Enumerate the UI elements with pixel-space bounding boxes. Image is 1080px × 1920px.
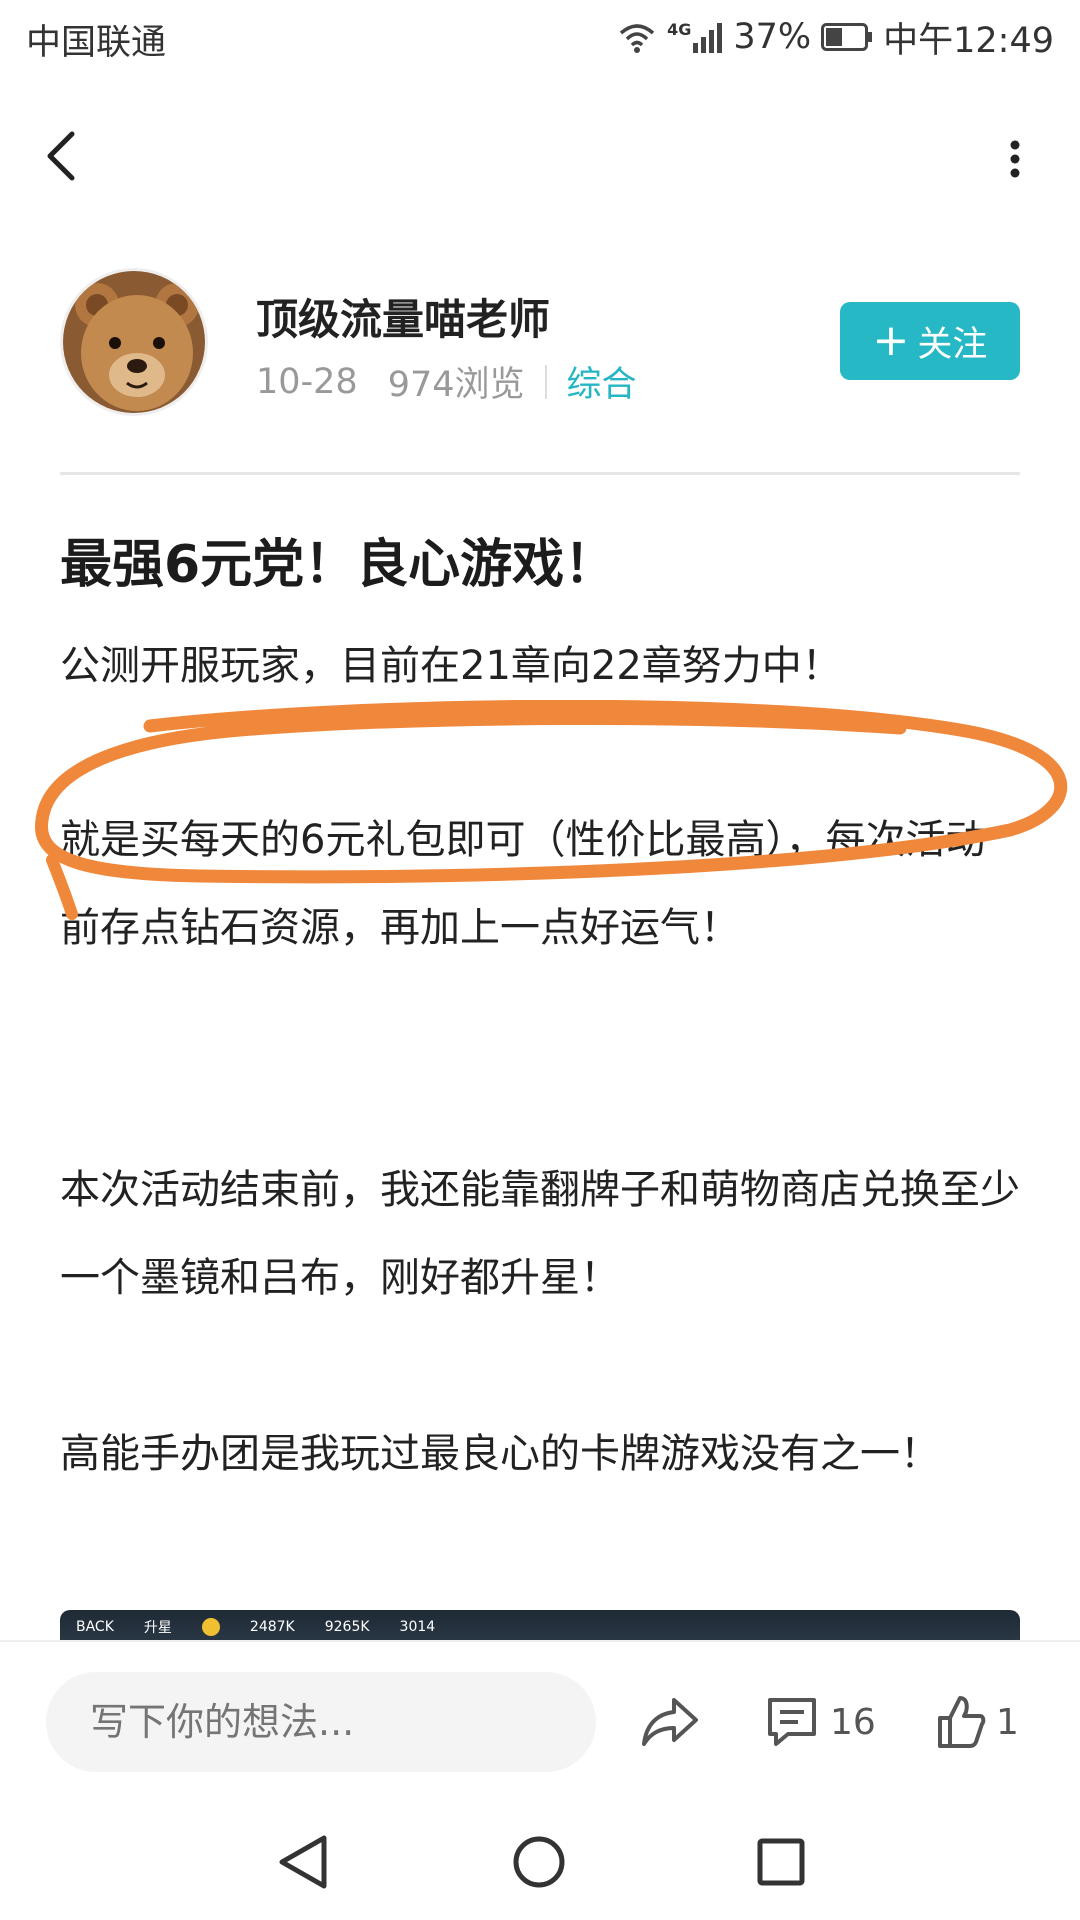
carrier-label: 中国联通 xyxy=(26,23,167,63)
game-stat: 9265K xyxy=(324,1619,370,1635)
status-bar: 中国联通 4G 37% 中午12:49 xyxy=(0,0,1080,76)
game-stat: 2487K xyxy=(249,1619,295,1635)
divider xyxy=(60,472,1020,475)
bottom-action-bar: 16 1 xyxy=(0,1640,1080,1800)
clock: 中午12:49 xyxy=(883,20,1054,61)
comment-input[interactable] xyxy=(46,1672,596,1772)
network-type: 4G xyxy=(667,19,692,39)
article-paragraph: 本次活动结束前，我还能靠翻牌子和萌物商店兑换至少一个墨镜和吕布，刚好都升星！ xyxy=(60,1167,1020,1301)
screen: 中国联通 4G 37% 中午12:49 顶级流量喵老师 10-28 974浏览 … xyxy=(0,0,1080,1920)
category-tag[interactable]: 综合 xyxy=(567,356,637,407)
share-button[interactable] xyxy=(640,1682,700,1762)
circle-home-icon xyxy=(513,1836,565,1888)
article-title: 最强6元党！良心游戏！ xyxy=(60,535,617,595)
post-date: 10-28 xyxy=(256,361,358,402)
article-paragraph: 高能手办团是我玩过最良心的卡牌游戏没有之一！ xyxy=(60,1431,940,1477)
chevron-left-icon xyxy=(47,131,75,181)
more-vertical-icon xyxy=(1010,140,1020,178)
square-recents-icon xyxy=(757,1838,805,1886)
like-count: 1 xyxy=(996,1701,1019,1743)
meta-divider xyxy=(544,364,547,399)
teddy-bear-avatar-icon xyxy=(63,271,205,413)
author-avatar[interactable] xyxy=(60,268,208,416)
triangle-back-icon xyxy=(279,1835,327,1889)
author-name[interactable]: 顶级流量喵老师 xyxy=(256,286,550,347)
game-stat: 3014 xyxy=(399,1619,436,1635)
view-count: 974浏览 xyxy=(387,365,525,405)
more-options-button[interactable] xyxy=(1000,124,1030,194)
comment-count: 16 xyxy=(830,1701,876,1743)
signal-icon xyxy=(693,21,723,53)
post-meta: 10-28 974浏览 综合 xyxy=(256,356,637,407)
wifi-icon xyxy=(617,21,657,53)
game-back-label: BACK xyxy=(76,1619,114,1635)
follow-label: 关注 xyxy=(917,324,988,365)
follow-button[interactable]: + 关注 xyxy=(840,302,1020,380)
plus-icon: + xyxy=(872,315,910,366)
article-paragraph: 就是买每天的6元礼包即可（性价比最高），每次活动前存点钻石资源，再加上一点好运气… xyxy=(60,817,986,951)
battery-icon xyxy=(821,23,873,51)
like-button[interactable]: 1 xyxy=(936,1682,1019,1762)
share-icon xyxy=(642,1698,698,1746)
comment-button[interactable]: 16 xyxy=(764,1682,876,1762)
nav-home-button[interactable] xyxy=(504,1830,574,1894)
thumbs-up-icon xyxy=(938,1696,986,1748)
game-screenshot-image[interactable]: BACK 升星 2487K 9265K 3014 xyxy=(60,1610,1020,1644)
nav-back-button[interactable] xyxy=(268,1830,338,1894)
status-right: 4G 37% 中午12:49 xyxy=(617,12,1054,62)
back-button[interactable] xyxy=(38,120,94,190)
battery-percent: 37% xyxy=(733,17,812,57)
system-nav-bar xyxy=(0,1800,1080,1920)
game-section-label: 升星 xyxy=(143,1620,172,1636)
article-paragraph: 公测开服玩家，目前在21章向22章努力中！ xyxy=(60,643,842,689)
coin-icon xyxy=(201,1618,220,1636)
comment-icon xyxy=(768,1698,816,1746)
nav-recents-button[interactable] xyxy=(746,1830,816,1894)
